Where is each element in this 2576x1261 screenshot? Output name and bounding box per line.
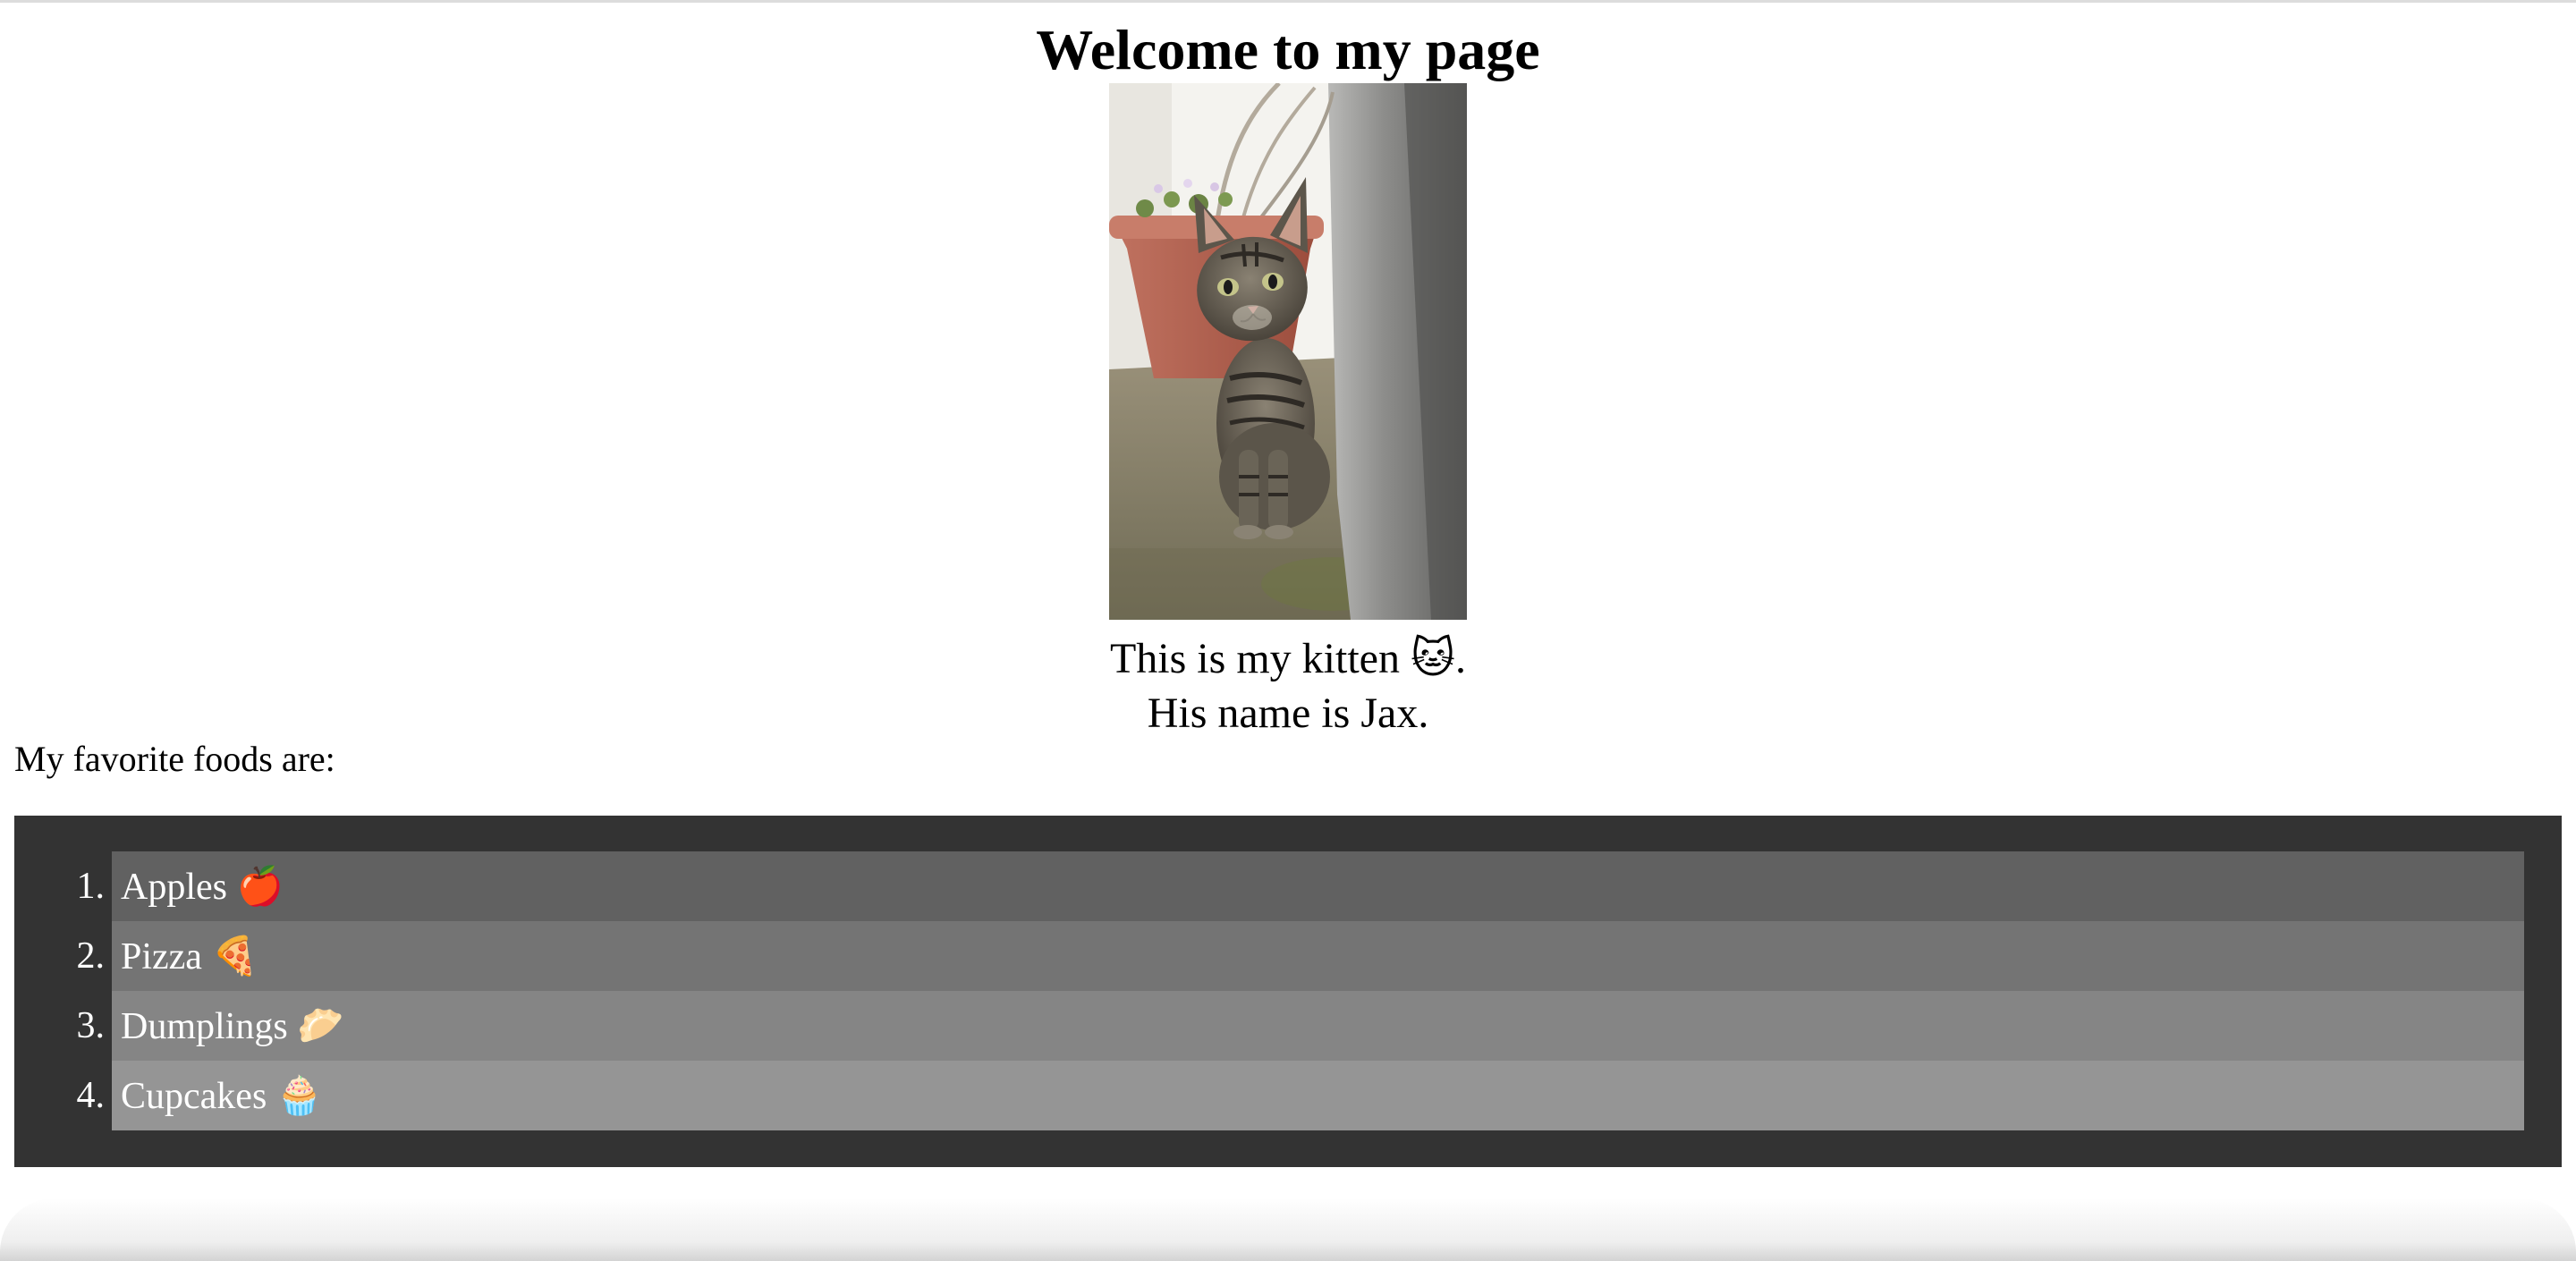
food-item-pizza: 2. Pizza 🍕 (77, 921, 2524, 991)
food-item-dumplings: 3. Dumplings 🥟 (77, 991, 2524, 1061)
food-item-number: 3. (76, 1005, 106, 1046)
kitten-caption-text: This is my kitten (1109, 635, 1400, 682)
food-item-label: Pizza (121, 936, 202, 977)
food-item-apples: 1. Apples 🍎 (77, 851, 2524, 921)
food-item-number: 2. (76, 935, 106, 977)
dumpling-icon: 🥟 (297, 1003, 344, 1047)
page: Welcome to my page This is my kitten 🐱. … (0, 0, 2576, 1261)
apple-icon: 🍎 (236, 864, 284, 908)
page-title: Welcome to my page (1036, 18, 1540, 81)
kitten-caption: This is my kitten 🐱. (0, 631, 2576, 686)
foods-list: 1. Apples 🍎 2. Pizza 🍕 3. Dumplings 🥟 4.… (14, 851, 2562, 1130)
food-item-label: Cupcakes (121, 1076, 267, 1117)
cat-face-icon: 🐱 (1410, 633, 1456, 683)
kitten-photo (1109, 83, 1467, 620)
window-bottom-shadow (0, 1198, 2576, 1261)
kitten-name: His name is Jax. (1147, 690, 1429, 737)
kitten-caption-period: . (1455, 635, 1467, 682)
food-item-label: Apples (121, 867, 227, 908)
foods-intro: My favorite foods are: (14, 739, 335, 779)
pizza-icon: 🍕 (211, 934, 258, 977)
cupcake-icon: 🧁 (275, 1073, 324, 1117)
foods-panel: 1. Apples 🍎 2. Pizza 🍕 3. Dumplings 🥟 4.… (14, 816, 2562, 1167)
food-item-label: Dumplings (121, 1006, 288, 1047)
food-item-number: 1. (76, 866, 106, 907)
food-item-number: 4. (76, 1075, 106, 1116)
food-item-cupcakes: 4. Cupcakes 🧁 (77, 1061, 2524, 1130)
